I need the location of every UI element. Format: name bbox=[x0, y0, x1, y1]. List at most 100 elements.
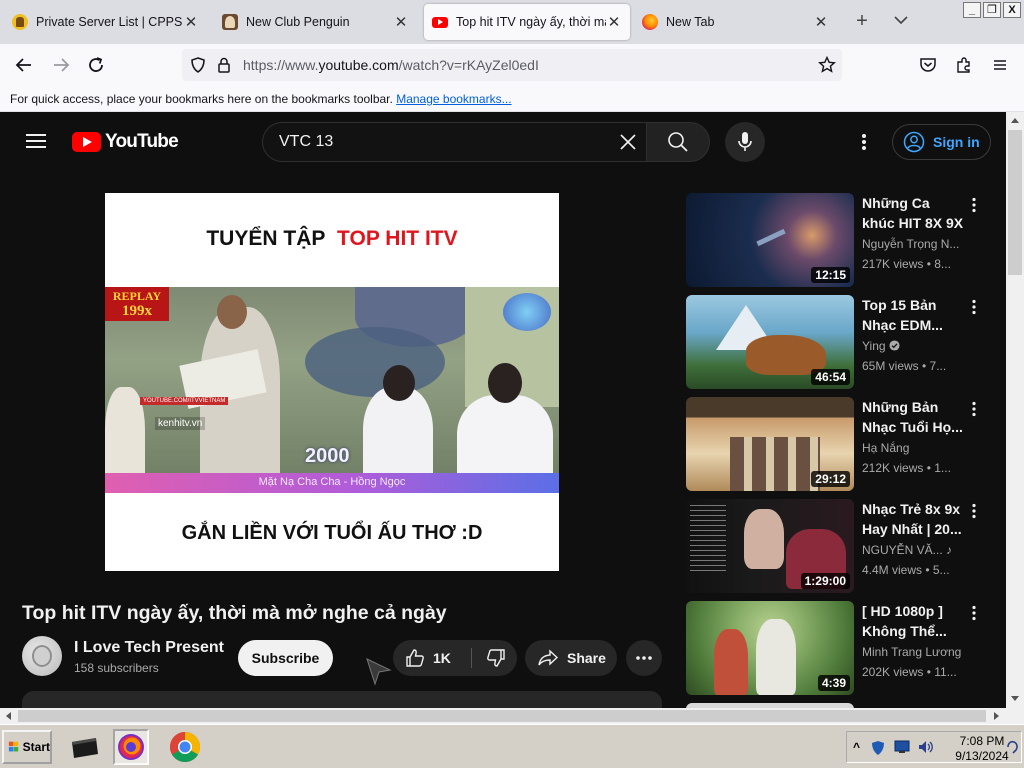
guide-menu-button[interactable] bbox=[26, 134, 46, 148]
recommended-channel[interactable]: Minh Trang Lương bbox=[862, 645, 966, 659]
tab-new-tab[interactable]: New Tab ✕ bbox=[634, 4, 837, 40]
recommended-title[interactable]: [ HD 1080p ] Không Thể... bbox=[862, 601, 966, 641]
url-text[interactable]: https://www.youtube.com/watch?v=rKAyZel0… bbox=[243, 57, 539, 73]
more-actions-button[interactable] bbox=[626, 640, 662, 676]
firefox-app-button[interactable] bbox=[113, 729, 149, 765]
video-thumbnail[interactable]: 46:54 bbox=[686, 295, 854, 389]
recommended-title[interactable]: Những Bản Nhạc Tuổi Họ... bbox=[862, 397, 966, 437]
search-button[interactable] bbox=[646, 122, 710, 162]
more-vertical-icon[interactable] bbox=[970, 503, 978, 519]
clear-search-icon[interactable] bbox=[618, 132, 638, 152]
recommended-title[interactable]: Nhạc Trẻ 8x 9x Hay Nhất | 20... bbox=[862, 499, 966, 539]
youtube-play-logo-icon bbox=[72, 132, 101, 152]
more-vertical-icon[interactable] bbox=[970, 299, 978, 315]
recommended-title[interactable]: Top 15 Bản Nhạc EDM... bbox=[862, 295, 966, 335]
video-player[interactable]: TUYỂN TẬP TOP HIT ITV REPLAY 199x YOUTUB… bbox=[105, 193, 559, 571]
horizontal-scrollbar[interactable] bbox=[0, 708, 1006, 724]
more-vertical-icon[interactable] bbox=[970, 401, 978, 417]
tab-cpps-wiki[interactable]: Private Server List | CPPS Wik ✕ bbox=[4, 4, 207, 40]
security-shield-tray-icon[interactable] bbox=[871, 740, 885, 756]
close-window-button[interactable]: X bbox=[1003, 2, 1021, 18]
channel-name[interactable]: I Love Tech Present bbox=[74, 639, 224, 657]
start-button[interactable]: Start bbox=[2, 730, 52, 764]
pocket-button[interactable] bbox=[917, 54, 939, 76]
scroll-left-arrow-icon[interactable] bbox=[6, 712, 11, 720]
chrome-app-button[interactable] bbox=[167, 729, 203, 765]
video-thumbnail[interactable]: 4:39 bbox=[686, 601, 854, 695]
more-vertical-icon[interactable] bbox=[970, 605, 978, 621]
vertical-scroll-thumb[interactable] bbox=[1008, 130, 1022, 275]
url-bar[interactable]: https://www.youtube.com/watch?v=rKAyZel0… bbox=[182, 49, 842, 81]
replay-badge-line2: 199x bbox=[122, 303, 152, 319]
window-controls: _ ❐ X bbox=[963, 2, 1021, 18]
scroll-right-arrow-icon[interactable] bbox=[994, 712, 999, 720]
video-thumbnail[interactable]: 1:29:00 bbox=[686, 499, 854, 593]
recommended-video[interactable]: 4:39 [ HD 1080p ] Không Thể... Minh Tran… bbox=[686, 601, 998, 695]
tab-youtube-video[interactable]: Top hit ITV ngày ấy, thời mà ✕ bbox=[424, 4, 630, 40]
like-button[interactable]: 1K bbox=[393, 640, 469, 676]
channel-subscriber-count: 158 subscribers bbox=[74, 661, 159, 675]
language-indicator-icon[interactable] bbox=[1006, 739, 1020, 755]
channel-avatar[interactable] bbox=[22, 636, 62, 676]
sign-in-label: Sign in bbox=[933, 134, 980, 150]
thumbnail-art bbox=[744, 509, 784, 569]
recommended-channel[interactable]: Hạ Nắng bbox=[862, 441, 966, 455]
horizontal-scroll-thumb[interactable] bbox=[18, 710, 986, 722]
speaker-volume-tray-icon[interactable] bbox=[918, 740, 934, 754]
replay-badge: REPLAY 199x bbox=[105, 287, 169, 321]
youtube-logo[interactable]: YouTube bbox=[72, 131, 179, 153]
video-thumbnail[interactable]: 12:15 bbox=[686, 193, 854, 287]
description-box[interactable] bbox=[22, 691, 662, 708]
scroll-up-arrow-icon[interactable] bbox=[1011, 118, 1019, 123]
subscribe-button[interactable]: Subscribe bbox=[238, 640, 333, 676]
tab-new-club-penguin[interactable]: New Club Penguin ✕ bbox=[214, 4, 417, 40]
voice-search-button[interactable] bbox=[725, 122, 765, 162]
share-label: Share bbox=[567, 650, 606, 666]
recommended-video[interactable]: 12:15 Những Ca khúc HIT 8X 9X Nguyễn Trọ… bbox=[686, 193, 998, 287]
new-club-penguin-favicon-icon bbox=[222, 14, 238, 30]
recommended-video[interactable]: 1:29:00 Nhạc Trẻ 8x 9x Hay Nhất | 20... … bbox=[686, 499, 998, 593]
app-menu-button[interactable] bbox=[989, 54, 1011, 76]
recommended-channel[interactable]: Nguyễn Trọng N... bbox=[862, 237, 966, 251]
back-button[interactable] bbox=[13, 54, 35, 76]
vertical-scrollbar[interactable] bbox=[1006, 112, 1024, 708]
show-hidden-icons-chevron-icon[interactable]: ^ bbox=[853, 740, 860, 754]
list-all-tabs-chevron-icon[interactable] bbox=[893, 14, 909, 26]
close-tab-icon[interactable]: ✕ bbox=[606, 13, 622, 31]
recommended-video[interactable]: 46:54 Top 15 Bản Nhạc EDM... Ying 65M vi… bbox=[686, 295, 998, 389]
like-count: 1K bbox=[433, 650, 451, 666]
reload-button[interactable] bbox=[85, 54, 107, 76]
extensions-button[interactable] bbox=[953, 54, 975, 76]
recommended-video[interactable]: 29:12 Những Bản Nhạc Tuổi Họ... Hạ Nắng … bbox=[686, 397, 998, 491]
bookmark-star-icon[interactable] bbox=[818, 56, 836, 74]
close-tab-icon[interactable]: ✕ bbox=[183, 13, 199, 31]
share-button[interactable]: Share bbox=[525, 640, 617, 676]
recommended-title[interactable]: Những Ca khúc HIT 8X 9X bbox=[862, 193, 966, 233]
dislike-button[interactable] bbox=[477, 640, 515, 676]
more-vertical-icon[interactable] bbox=[970, 197, 978, 213]
close-tab-icon[interactable]: ✕ bbox=[393, 13, 409, 31]
mouse-cursor-icon bbox=[366, 658, 392, 686]
video-site-overlay: kenhitv.vn bbox=[155, 417, 206, 430]
terminal-app-button[interactable] bbox=[66, 729, 102, 765]
sign-in-button[interactable]: Sign in bbox=[892, 124, 991, 160]
search-query: VTC 13 bbox=[279, 133, 334, 150]
forward-button[interactable] bbox=[50, 54, 72, 76]
puzzle-piece-icon bbox=[957, 57, 970, 73]
close-tab-icon[interactable]: ✕ bbox=[813, 13, 829, 31]
new-tab-button[interactable]: + bbox=[852, 10, 872, 33]
minimize-button[interactable]: _ bbox=[963, 2, 981, 18]
padlock-icon[interactable] bbox=[217, 57, 231, 73]
network-monitor-tray-icon[interactable] bbox=[894, 740, 910, 754]
manage-bookmarks-link[interactable]: Manage bookmarks... bbox=[396, 92, 511, 106]
video-background-shape bbox=[305, 327, 445, 397]
recommended-channel[interactable]: NGUYỄN VĂ... ♪ bbox=[862, 543, 966, 557]
scroll-down-arrow-icon[interactable] bbox=[1011, 696, 1019, 701]
settings-more-vertical-icon[interactable] bbox=[858, 132, 870, 152]
restore-button[interactable]: ❐ bbox=[983, 2, 1001, 18]
recommended-meta: 65M views • 7... bbox=[862, 359, 947, 373]
tracking-protection-shield-icon[interactable] bbox=[190, 57, 206, 73]
search-input[interactable]: VTC 13 bbox=[262, 122, 646, 162]
recommended-channel[interactable]: Ying bbox=[862, 339, 966, 353]
video-thumbnail[interactable]: 29:12 bbox=[686, 397, 854, 491]
